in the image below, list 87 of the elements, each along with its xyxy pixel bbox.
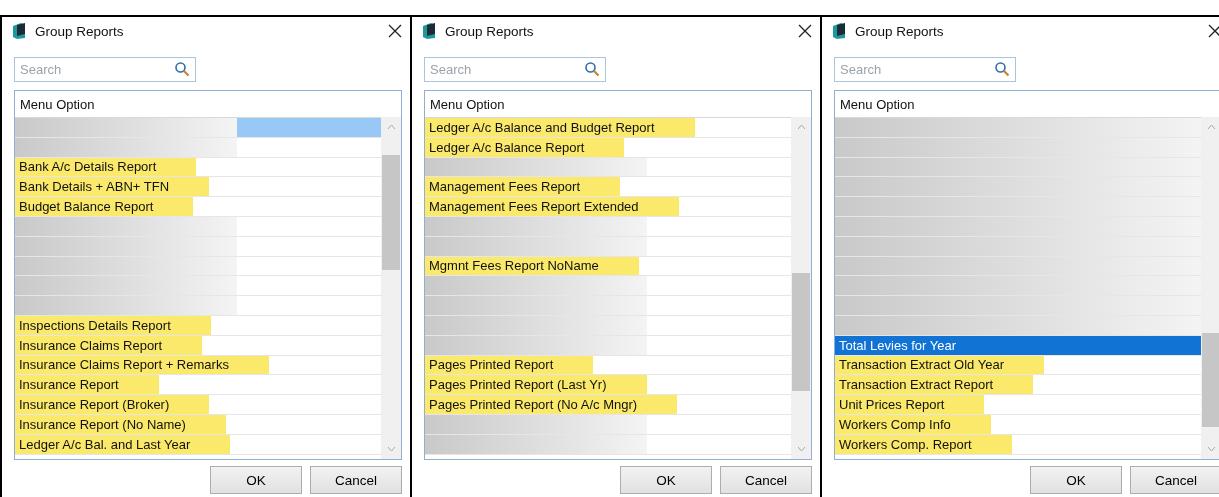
search-icon <box>584 61 600 77</box>
list-row[interactable]: Total Levies for Year <box>835 335 1201 356</box>
highlighted-label: Pages Printed Report (Last Yr) <box>425 375 647 395</box>
scrollbar[interactable] <box>1201 117 1219 459</box>
ok-button[interactable]: OK <box>620 466 712 494</box>
highlighted-label: Pages Printed Report (No A/c Mngr) <box>425 395 678 414</box>
list-row[interactable]: Transaction Extract Report <box>835 375 1201 396</box>
cancel-button[interactable]: Cancel <box>720 466 812 494</box>
scroll-up-icon[interactable] <box>796 124 806 130</box>
app-icon <box>12 22 26 40</box>
highlighted-label: Budget Balance Report <box>15 197 194 216</box>
blurred-row[interactable] <box>15 217 381 237</box>
list-row[interactable]: Insurance Report <box>15 375 381 396</box>
highlighted-label: Unit Prices Report <box>835 395 985 414</box>
blurred-row[interactable] <box>15 256 381 277</box>
cancel-button[interactable]: Cancel <box>1130 466 1219 494</box>
blurred-row[interactable] <box>835 276 1201 297</box>
search-icon <box>174 61 190 77</box>
blurred-row[interactable] <box>425 335 791 356</box>
search-field[interactable]: Search <box>834 57 1016 82</box>
close-icon[interactable] <box>388 24 402 38</box>
window-title: Group Reports <box>35 23 125 39</box>
close-icon[interactable] <box>798 24 812 38</box>
highlighted-label: Insurance Report (Broker) <box>15 395 210 414</box>
blurred-row[interactable] <box>835 296 1201 316</box>
highlighted-label: Transaction Extract Report <box>835 375 1034 395</box>
list-row[interactable]: Insurance Claims Report <box>15 335 381 356</box>
list-row[interactable]: Insurance Report (Broker) <box>15 395 381 415</box>
blurred-row[interactable] <box>15 137 381 158</box>
list-row[interactable]: Management Fees Report <box>425 177 791 198</box>
highlighted-label: Bank Details + ABN+ TFN <box>15 177 210 197</box>
list-row[interactable]: Transaction Extract Old Year <box>835 355 1201 376</box>
cancel-button[interactable]: Cancel <box>310 466 402 494</box>
scrollbar[interactable] <box>381 117 401 459</box>
list-row[interactable]: Pages Printed Report <box>425 355 791 376</box>
blurred-row[interactable] <box>15 296 381 316</box>
scroll-down-icon[interactable] <box>386 446 396 452</box>
list-row[interactable]: Bank A/c Details Report <box>15 157 381 178</box>
blurred-row[interactable] <box>835 177 1201 198</box>
list-row[interactable]: Pages Printed Report (No A/c Mngr) <box>425 395 791 415</box>
list-row[interactable]: Insurance Report (No Name) <box>15 414 381 435</box>
list-row[interactable]: Mgmnt Fees Report NoName <box>425 256 791 277</box>
blurred-row[interactable] <box>835 197 1201 217</box>
list-row[interactable]: Insurance Claims Report + Remarks <box>15 355 381 376</box>
highlighted-label: Ledger A/c Balance and Budget Report <box>425 118 695 137</box>
list-row[interactable]: Ledger A/c Balance and Budget Report <box>425 118 791 138</box>
list-row[interactable]: Bank Details + ABN+ TFN <box>15 177 381 198</box>
blurred-row[interactable] <box>835 118 1201 138</box>
list-row[interactable]: Workers Comp. Report <box>835 434 1201 455</box>
blurred-row[interactable] <box>425 296 791 316</box>
window-title: Group Reports <box>855 23 945 39</box>
search-field[interactable]: Search <box>14 57 196 82</box>
list-row[interactable]: Unit Prices Report <box>835 395 1201 415</box>
blurred-row[interactable] <box>425 276 791 297</box>
scroll-up-icon[interactable] <box>1206 124 1216 130</box>
list-row[interactable]: Pages Printed Report (Last Yr) <box>425 375 791 396</box>
blurred-row[interactable] <box>425 414 791 435</box>
window-title: Group Reports <box>445 23 535 39</box>
blurred-row[interactable] <box>425 434 791 455</box>
blurred-row[interactable] <box>425 236 791 257</box>
row-label: Total Levies for Year <box>838 336 958 355</box>
highlighted-label: Management Fees Report Extended <box>425 197 679 216</box>
search-icon <box>994 61 1010 77</box>
scroll-down-icon[interactable] <box>796 446 806 452</box>
list-row[interactable]: Budget Balance Report <box>15 197 381 217</box>
list-row[interactable]: Inspections Details Report <box>15 315 381 336</box>
app-icon <box>422 22 436 40</box>
blurred-row[interactable] <box>425 157 791 178</box>
app-icon <box>832 22 846 40</box>
blurred-row[interactable] <box>425 217 791 237</box>
search-field[interactable]: Search <box>424 57 606 82</box>
blurred-row[interactable] <box>15 236 381 257</box>
scrollbar[interactable] <box>791 117 811 459</box>
ok-button[interactable]: OK <box>1030 466 1122 494</box>
list-row[interactable]: Ledger A/c Bal. and Last Year <box>15 434 381 455</box>
list-row[interactable]: Ledger A/c Balance Report <box>425 137 791 158</box>
scroll-up-icon[interactable] <box>386 124 396 130</box>
blurred-row[interactable] <box>15 276 381 297</box>
blurred-row[interactable] <box>15 118 381 138</box>
close-icon[interactable] <box>1208 24 1219 38</box>
list-row[interactable]: Workers Comp Info <box>835 414 1201 435</box>
highlighted-label: Management Fees Report <box>425 177 621 197</box>
blurred-row[interactable] <box>425 315 791 336</box>
ok-button[interactable]: OK <box>210 466 302 494</box>
scroll-down-icon[interactable] <box>1206 446 1216 452</box>
highlighted-label: Insurance Report <box>15 375 159 395</box>
list-row[interactable]: Management Fees Report Extended <box>425 197 791 217</box>
